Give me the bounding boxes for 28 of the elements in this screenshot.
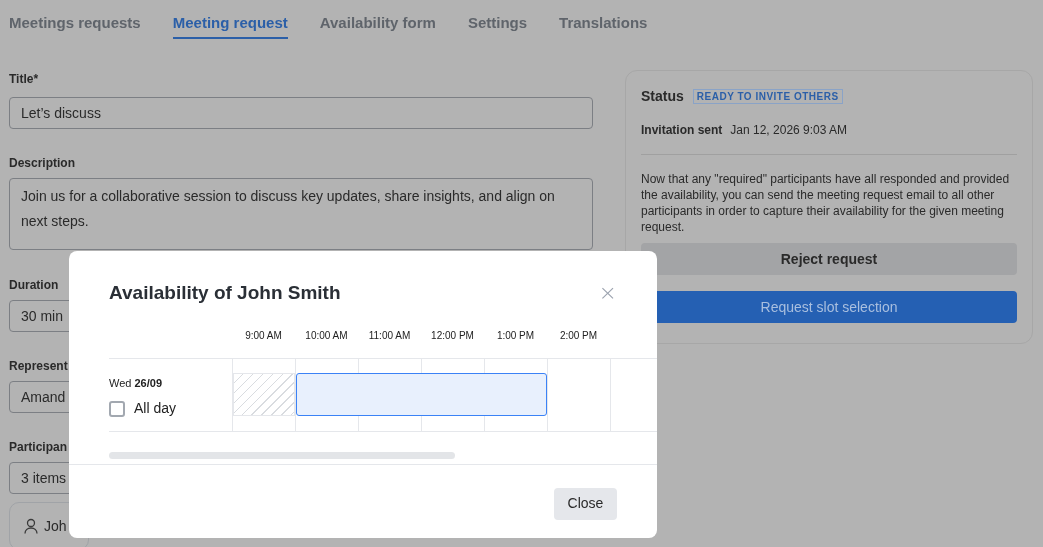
participant-name: Joh [44, 516, 67, 536]
title-field[interactable]: Let’s discuss [9, 97, 593, 129]
time-label: 10:00 AM [305, 328, 348, 343]
field-label: Represent [9, 358, 67, 375]
time-label: 1:00 PM [496, 328, 535, 343]
time-label: 12:00 PM [431, 328, 474, 343]
day-label: Wed 26/09 [109, 375, 163, 391]
field-label: Description [9, 155, 75, 172]
field-label: Participan [9, 439, 68, 456]
tab[interactable]: Meeting request [172, 0, 288, 39]
scrollbar[interactable] [109, 451, 455, 459]
description-field[interactable]: Join us for a collaborative session to discuss key updates, share insights, and align on next steps. [9, 178, 593, 250]
field-label: Title* [9, 71, 39, 88]
time-label: 11:00 AM [368, 328, 411, 343]
field-label: Duration [9, 277, 59, 294]
all-day-label: All day [134, 399, 177, 418]
all-day-checkbox[interactable] [109, 400, 125, 417]
status-message: Now that any "required" participants have all responded and provided the availability, you can send the meeting request email to all other participants in order to capture their availability for the given meeting request. [641, 171, 1011, 235]
invitation-date: Jan 12, 2026 9:03 AM [730, 122, 848, 139]
invitation-label: Invitation sent [641, 122, 723, 139]
status-title: Status [641, 87, 684, 106]
time-label: 2:00 PM [559, 328, 598, 343]
close-button[interactable]: Close [554, 487, 617, 520]
dialog-title: Availability of John Smith [109, 281, 341, 305]
person-icon [24, 518, 38, 534]
time-label: 9:00 AM [245, 328, 282, 343]
reject-button[interactable]: Reject request [641, 243, 1017, 275]
status-badge: READY TO INVITE OTHERS [692, 89, 843, 104]
